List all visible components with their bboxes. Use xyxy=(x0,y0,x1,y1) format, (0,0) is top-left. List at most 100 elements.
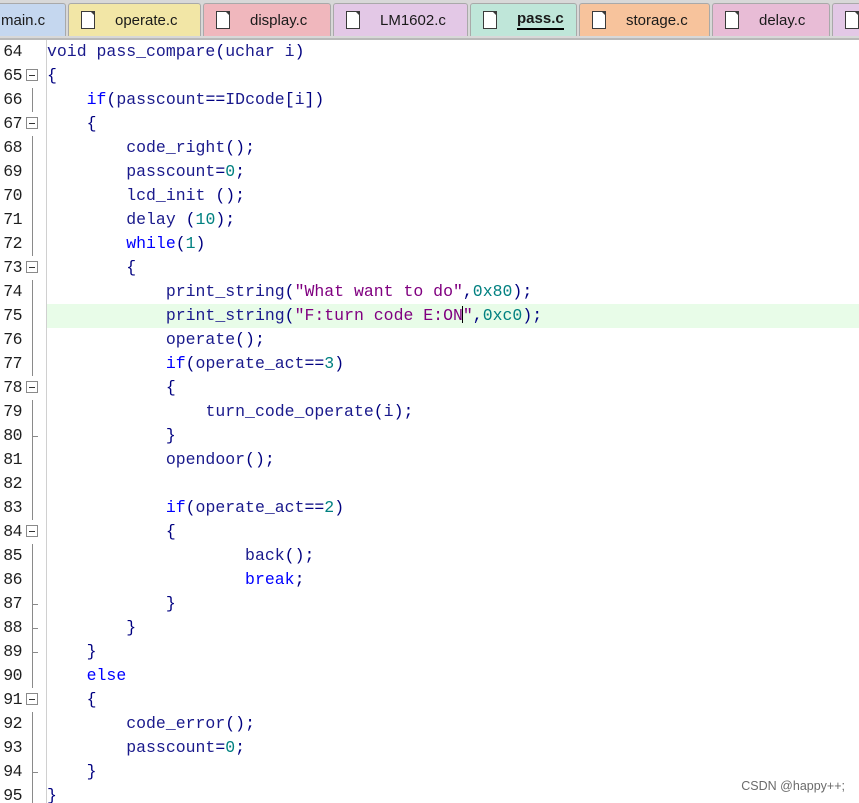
code-text: print_string("F:turn code E:ON",0xc0); xyxy=(47,304,859,328)
code-line[interactable]: 65 { xyxy=(0,64,859,88)
code-line[interactable]: 81 opendoor(); xyxy=(0,448,859,472)
fold-toggle-icon[interactable] xyxy=(26,261,38,273)
tab-lm1602-c[interactable]: LM1602.c xyxy=(333,3,468,36)
code-line[interactable]: 79 turn_code_operate(i); xyxy=(0,400,859,424)
code-line[interactable]: 94 } xyxy=(0,760,859,784)
fold-guide xyxy=(32,352,33,376)
line-number: 74 xyxy=(3,282,22,301)
fold-guide xyxy=(32,664,33,688)
code-text: turn_code_operate(i); xyxy=(205,402,414,421)
code-line[interactable]: 83 if(operate_act==2) xyxy=(0,496,859,520)
code-line[interactable]: 84 { xyxy=(0,520,859,544)
code-line[interactable]: 77 if(operate_act==3) xyxy=(0,352,859,376)
fold-end-mark xyxy=(32,628,38,629)
code-line[interactable]: 80 } xyxy=(0,424,859,448)
tab-pass-c[interactable]: pass.c xyxy=(470,3,577,36)
code-line[interactable]: 82 xyxy=(0,472,859,496)
watermark: CSDN @happy++; xyxy=(741,779,845,793)
code-line[interactable]: 75 print_string("F:turn code E:ON",0xc0)… xyxy=(0,304,859,328)
code-line[interactable]: 87 } xyxy=(0,592,859,616)
fold-toggle-icon[interactable] xyxy=(26,117,38,129)
code-line[interactable]: 78 { xyxy=(0,376,859,400)
code-text: passcount=0; xyxy=(126,162,246,181)
code-line[interactable]: 85 back(); xyxy=(0,544,859,568)
code-line[interactable]: 64 void pass_compare(uchar i) xyxy=(0,40,859,64)
line-number: 94 xyxy=(3,762,22,781)
code-line[interactable]: 76 operate(); xyxy=(0,328,859,352)
line-number: 65 xyxy=(3,66,22,85)
file-icon xyxy=(725,11,739,29)
code-line[interactable]: 92 code_error(); xyxy=(0,712,859,736)
code-line[interactable]: 71 delay (10); xyxy=(0,208,859,232)
file-icon xyxy=(81,11,95,29)
file-tab-bar: main.c operate.c display.c LM1602.c pass.c st… xyxy=(0,0,859,40)
fold-end-mark xyxy=(32,436,38,437)
code-line[interactable]: 88 } xyxy=(0,616,859,640)
tab-label: LM1602.c xyxy=(380,11,446,29)
tab-label: operate.c xyxy=(115,11,178,29)
tab-storage-c[interactable]: storage.c xyxy=(579,3,710,36)
code-text: { xyxy=(86,690,97,709)
fold-guide xyxy=(32,232,33,256)
line-number: 92 xyxy=(3,714,22,733)
code-line[interactable]: 67 { xyxy=(0,112,859,136)
line-number: 86 xyxy=(3,570,22,589)
code-line[interactable]: 72 while(1) xyxy=(0,232,859,256)
line-number: 64 xyxy=(3,42,22,61)
fold-guide xyxy=(32,184,33,208)
code-line[interactable]: 90 else xyxy=(0,664,859,688)
file-icon xyxy=(216,11,230,29)
line-number: 95 xyxy=(3,786,22,803)
line-number: 76 xyxy=(3,330,22,349)
fold-guide xyxy=(32,544,33,568)
tab-display-c[interactable]: display.c xyxy=(203,3,331,36)
code-text: delay (10); xyxy=(126,210,236,229)
fold-end-mark xyxy=(32,604,38,605)
code-text: lcd_init (); xyxy=(126,186,246,205)
code-line[interactable]: 70 lcd_init (); xyxy=(0,184,859,208)
tab-operate-c[interactable]: operate.c xyxy=(68,3,201,36)
fold-guide xyxy=(32,472,33,496)
code-line[interactable]: 74 print_string("What want to do",0x80); xyxy=(0,280,859,304)
tab-delay-c[interactable]: delay.c xyxy=(712,3,830,36)
code-line[interactable]: 86 break; xyxy=(0,568,859,592)
code-line[interactable]: 73 { xyxy=(0,256,859,280)
code-text: { xyxy=(47,66,57,85)
code-text: break; xyxy=(245,570,305,589)
code-text: } xyxy=(47,786,57,803)
fold-guide xyxy=(32,784,33,803)
fold-toggle-icon[interactable] xyxy=(26,69,38,81)
code-line[interactable]: 91 { xyxy=(0,688,859,712)
code-text: } xyxy=(86,642,97,661)
tab-label: main.c xyxy=(1,11,46,29)
code-line[interactable]: 68 code_right(); xyxy=(0,136,859,160)
code-editor[interactable]: 64 void pass_compare(uchar i) 65 {66 if(pas… xyxy=(0,40,859,803)
line-number: 66 xyxy=(3,90,22,109)
fold-guide xyxy=(32,400,33,424)
code-text: { xyxy=(165,378,176,397)
code-text: { xyxy=(86,114,97,133)
code-line[interactable]: 93 passcount=0; xyxy=(0,736,859,760)
fold-toggle-icon[interactable] xyxy=(26,693,38,705)
code-line[interactable]: 69 passcount=0; xyxy=(0,160,859,184)
line-number: 67 xyxy=(3,114,22,133)
tab-main-c[interactable]: main.c xyxy=(0,3,66,36)
line-number: 77 xyxy=(3,354,22,373)
fold-toggle-icon[interactable] xyxy=(26,525,38,537)
fold-toggle-icon[interactable] xyxy=(26,381,38,393)
line-number: 91 xyxy=(3,690,22,709)
code-text: void pass_compare(uchar i) xyxy=(47,42,305,61)
code-line[interactable]: 66 if(passcount==IDcode[i]) xyxy=(0,88,859,112)
line-number: 72 xyxy=(3,234,22,253)
tab-overflow[interactable] xyxy=(832,3,859,36)
code-text: if(passcount==IDcode[i]) xyxy=(86,90,325,109)
tab-label: pass.c xyxy=(517,10,564,30)
fold-guide xyxy=(32,160,33,184)
line-number: 93 xyxy=(3,738,22,757)
code-line[interactable]: 95} xyxy=(0,784,859,803)
code-text: } xyxy=(165,594,176,613)
code-line[interactable]: 89 } xyxy=(0,640,859,664)
line-number: 81 xyxy=(3,450,22,469)
file-icon xyxy=(346,11,360,29)
